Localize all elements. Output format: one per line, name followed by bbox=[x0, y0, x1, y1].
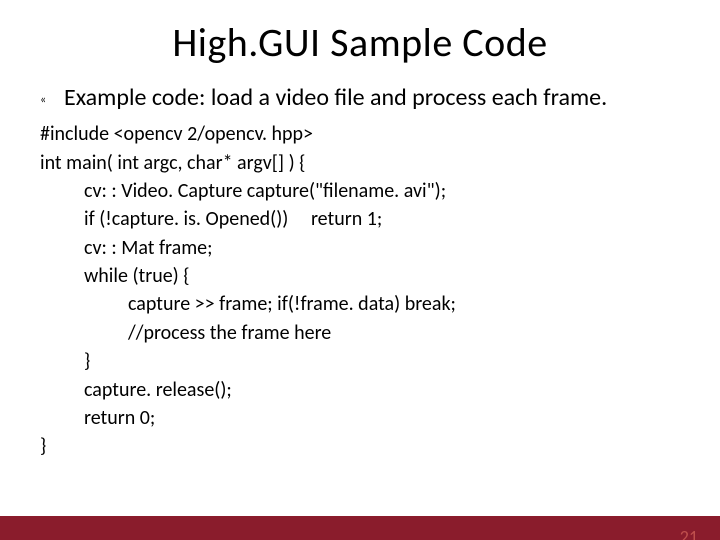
slide: High.GUI Sample Code « Example code: loa… bbox=[0, 18, 720, 540]
code-line: int main( int argc, char* argv[] ) { bbox=[40, 149, 680, 177]
code-line: capture. release(); bbox=[40, 376, 680, 404]
code-block: #include <opencv 2/opencv. hpp> int main… bbox=[40, 120, 680, 461]
code-line: cv: : Mat frame; bbox=[40, 234, 680, 262]
code-line: } bbox=[40, 432, 680, 460]
code-line: #include <opencv 2/opencv. hpp> bbox=[40, 120, 680, 148]
slide-title: High.GUI Sample Code bbox=[0, 18, 720, 67]
code-line: while (true) { bbox=[40, 262, 680, 290]
code-line: if (!capture. is. Opened()) return 1; bbox=[40, 205, 680, 233]
bullet-mark-icon: « bbox=[40, 92, 64, 109]
code-line: } bbox=[40, 347, 680, 375]
code-line: return 0; bbox=[40, 404, 680, 432]
bullet-text: Example code: load a video file and proc… bbox=[64, 81, 607, 114]
code-line: cv: : Video. Capture capture("filename. … bbox=[40, 177, 680, 205]
page-number: 21 bbox=[680, 526, 698, 540]
bullet-item: « Example code: load a video file and pr… bbox=[40, 81, 680, 114]
footer-bar bbox=[0, 516, 720, 540]
code-line: //process the frame here bbox=[40, 319, 680, 347]
slide-content: « Example code: load a video file and pr… bbox=[0, 81, 720, 461]
code-line: capture >> frame; if(!frame. data) break… bbox=[40, 290, 680, 318]
